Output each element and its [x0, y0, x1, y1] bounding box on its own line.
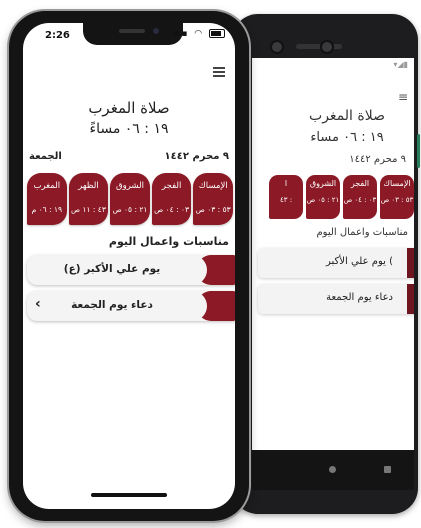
prayer-card-time: ٥٣ : ٠٣ ص	[195, 205, 231, 214]
prayer-card-time: ٢١ : ٠٥ ص	[112, 205, 148, 214]
hijri-date: ٩ محرم ١٤٤٢	[349, 154, 406, 165]
prayer-time: ١٩ : ٠٦ مساء	[310, 130, 384, 145]
iphone-screen: 2:26 ▪▪ ◠ صلاة المغرب ١٩ : ٠٦ مساءً الجم…	[23, 23, 235, 509]
home-indicator[interactable]	[91, 493, 167, 497]
prayer-card-name: الفجر	[350, 179, 370, 188]
prayer-card-fajr[interactable]: الفجر ٠٣ : ٠٤ ص	[151, 173, 192, 225]
signal-icon: ▪▪	[173, 29, 190, 39]
prayer-title: صلاة المغرب	[88, 99, 170, 117]
android-device: ▾◢▮ ≡ صلاة المغرب ١٩ : ٠٦ مساء ٩ محرم ١٤…	[232, 14, 420, 514]
prayer-card-name: الشروق	[309, 179, 337, 188]
prayer-cards: الإمساك ٥٣ : ٠٣ ص الفجر ٠٣ : ٠٤ ص الشروق…	[27, 173, 233, 225]
prayer-card-name: الشروق	[116, 181, 144, 191]
status-icons: ▪▪ ◠	[173, 29, 225, 39]
prayer-card-name: الإمساك	[198, 181, 228, 191]
events-header: مناسبات واعمال اليوم	[108, 235, 229, 248]
event-label: دعاء يوم الجمعة	[71, 299, 153, 311]
prayer-time: ١٩ : ٠٦ مساءً	[89, 121, 169, 137]
status-time: 2:26	[45, 30, 70, 41]
event-item[interactable]: دعاء يوم الجمعة	[258, 284, 414, 314]
prayer-card[interactable]: ا ٤٣ :	[269, 175, 303, 219]
menu-icon[interactable]	[213, 67, 225, 77]
event-item-friday-dua[interactable]: ‹ دعاء يوم الجمعة	[27, 291, 235, 321]
prayer-card-dhuhr[interactable]: الظهر ٤٣ : ١١ ص	[68, 173, 109, 225]
recents-nav-icon[interactable]	[384, 466, 391, 473]
power-button	[417, 134, 420, 168]
wifi-icon: ◠	[194, 29, 205, 39]
prayer-card-name: ا	[284, 179, 288, 188]
android-screen: ▾◢▮ ≡ صلاة المغرب ١٩ : ٠٦ مساء ٩ محرم ١٤…	[252, 58, 414, 450]
menu-icon[interactable]: ≡	[398, 90, 408, 104]
android-nav-bar	[252, 450, 414, 490]
event-label: يوم علي الأكبر (	[326, 256, 393, 267]
prayer-card-maghrib[interactable]: المغرب ١٩ : ٠٦ م	[27, 173, 67, 225]
event-accent	[187, 291, 235, 321]
day-name: الجمعة	[29, 151, 62, 162]
home-nav-icon[interactable]	[329, 466, 336, 473]
prayer-card-name: الإمساك	[383, 179, 411, 188]
event-label: يوم علي الأكبر (ع)	[63, 263, 161, 275]
prayer-card-sunrise[interactable]: الشروق ٢١ : ٠٥ ص	[110, 173, 150, 225]
front-camera-icon	[153, 28, 159, 34]
prayer-card-imsak[interactable]: الإمساك ٥٣ : ٠٣ ص	[193, 173, 233, 225]
front-camera-icon	[270, 40, 284, 54]
prayer-title: صلاة المغرب	[309, 108, 385, 124]
prayer-card-time: ٠٣ : ٠٤ ص	[343, 196, 377, 204]
earpiece-speaker	[119, 29, 145, 33]
hijri-date: ٩ محرم ١٤٤٢	[164, 151, 229, 162]
battery-icon	[209, 29, 225, 38]
prayer-card-time: ٥٣ : ٠٣ ص	[380, 196, 414, 204]
prayer-card-name: الظهر	[78, 181, 99, 191]
iphone-device: 2:26 ▪▪ ◠ صلاة المغرب ١٩ : ٠٦ مساءً الجم…	[9, 11, 249, 521]
event-label: دعاء يوم الجمعة	[326, 292, 393, 303]
prayer-cards: الإمساك ٥٣ : ٠٣ ص الفجر ٠٣ : ٠٤ ص الشروق…	[269, 175, 414, 219]
status-icons: ▾◢▮	[393, 60, 408, 69]
prayer-card-time: ٤٣ :	[279, 196, 293, 204]
prayer-card[interactable]: الفجر ٠٣ : ٠٤ ص	[343, 175, 377, 219]
front-camera-icon	[320, 40, 334, 54]
events-header: مناسبات واعمال اليوم	[316, 227, 408, 238]
prayer-card-time: ٠٣ : ٠٤ ص	[154, 205, 190, 214]
prayer-card-time: ٤٣ : ١١ ص	[70, 205, 106, 214]
event-accent	[187, 255, 235, 285]
prayer-card[interactable]: الإمساك ٥٣ : ٠٣ ص	[380, 175, 414, 219]
prayer-card-name: المغرب	[33, 181, 61, 191]
prayer-card[interactable]: الشروق ٢١ : ٠٥ ص	[306, 175, 340, 219]
earpiece-speaker	[296, 44, 342, 49]
notch	[83, 23, 183, 45]
prayer-card-time: ١٩ : ٠٦ م	[31, 205, 63, 214]
event-item-ali-akbar[interactable]: يوم علي الأكبر (ع)	[27, 255, 235, 285]
event-item[interactable]: يوم علي الأكبر (	[258, 248, 414, 278]
prayer-card-time: ٢١ : ٠٥ ص	[306, 196, 340, 204]
prayer-card-name: الفجر	[161, 181, 182, 191]
